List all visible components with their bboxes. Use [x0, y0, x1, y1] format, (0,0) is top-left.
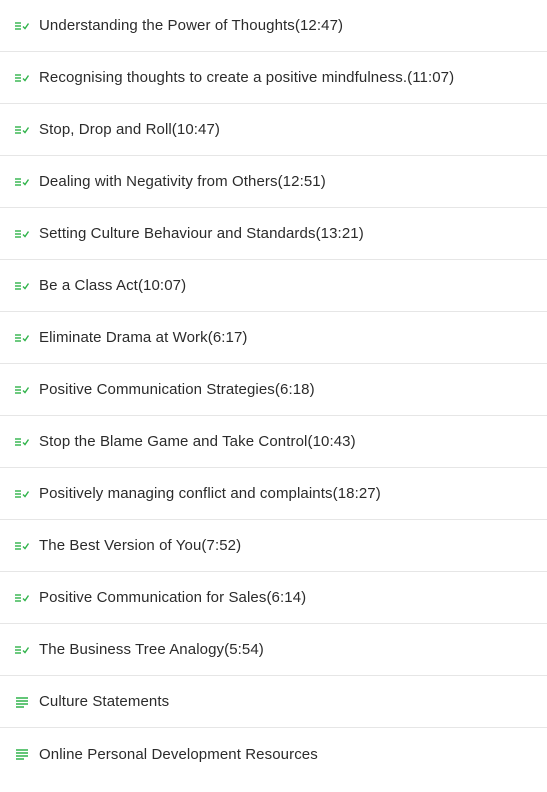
lesson-title: Positive Communication Strategies(6:18) [39, 381, 315, 398]
lesson-item[interactable]: Positive Communication Strategies(6:18) [0, 364, 547, 416]
video-check-icon [15, 19, 29, 33]
lesson-item[interactable]: Eliminate Drama at Work(6:17) [0, 312, 547, 364]
video-check-icon [15, 227, 29, 241]
lesson-item[interactable]: The Business Tree Analogy(5:54) [0, 624, 547, 676]
lesson-title: Positive Communication for Sales(6:14) [39, 589, 307, 606]
lesson-item[interactable]: Understanding the Power of Thoughts(12:4… [0, 0, 547, 52]
lesson-item[interactable]: Culture Statements [0, 676, 547, 728]
video-check-icon [15, 331, 29, 345]
video-check-icon [15, 591, 29, 605]
lesson-title: Eliminate Drama at Work(6:17) [39, 329, 248, 346]
lesson-item[interactable]: Setting Culture Behaviour and Standards(… [0, 208, 547, 260]
lesson-title: Dealing with Negativity from Others(12:5… [39, 173, 326, 190]
lesson-item[interactable]: Recognising thoughts to create a positiv… [0, 52, 547, 104]
lesson-title: Recognising thoughts to create a positiv… [39, 69, 455, 86]
video-check-icon [15, 175, 29, 189]
lesson-item[interactable]: Positive Communication for Sales(6:14) [0, 572, 547, 624]
lesson-title: Stop, Drop and Roll(10:47) [39, 121, 221, 138]
video-check-icon [15, 383, 29, 397]
lesson-title: Stop the Blame Game and Take Control(10:… [39, 433, 356, 450]
lesson-item[interactable]: Be a Class Act(10:07) [0, 260, 547, 312]
lesson-title: Understanding the Power of Thoughts(12:4… [39, 17, 344, 34]
lesson-title: Be a Class Act(10:07) [39, 277, 187, 294]
lesson-item[interactable]: Stop the Blame Game and Take Control(10:… [0, 416, 547, 468]
lesson-title: Culture Statements [39, 693, 170, 710]
video-check-icon [15, 435, 29, 449]
text-lines-icon [15, 695, 29, 709]
lesson-item[interactable]: The Best Version of You(7:52) [0, 520, 547, 572]
lesson-item[interactable]: Stop, Drop and Roll(10:47) [0, 104, 547, 156]
lesson-title: Online Personal Development Resources [39, 745, 318, 763]
lesson-item[interactable]: Positively managing conflict and complai… [0, 468, 547, 520]
text-lines-icon [15, 747, 29, 761]
lesson-item[interactable]: Dealing with Negativity from Others(12:5… [0, 156, 547, 208]
video-check-icon [15, 123, 29, 137]
lesson-title: The Best Version of You(7:52) [39, 537, 242, 554]
lesson-item[interactable]: Online Personal Development Resources [0, 728, 547, 780]
lesson-list: Understanding the Power of Thoughts(12:4… [0, 0, 547, 780]
lesson-title: Positively managing conflict and complai… [39, 485, 381, 502]
video-check-icon [15, 539, 29, 553]
video-check-icon [15, 71, 29, 85]
lesson-title: Setting Culture Behaviour and Standards(… [39, 225, 364, 242]
video-check-icon [15, 487, 29, 501]
video-check-icon [15, 279, 29, 293]
lesson-title: The Business Tree Analogy(5:54) [39, 641, 264, 658]
video-check-icon [15, 643, 29, 657]
